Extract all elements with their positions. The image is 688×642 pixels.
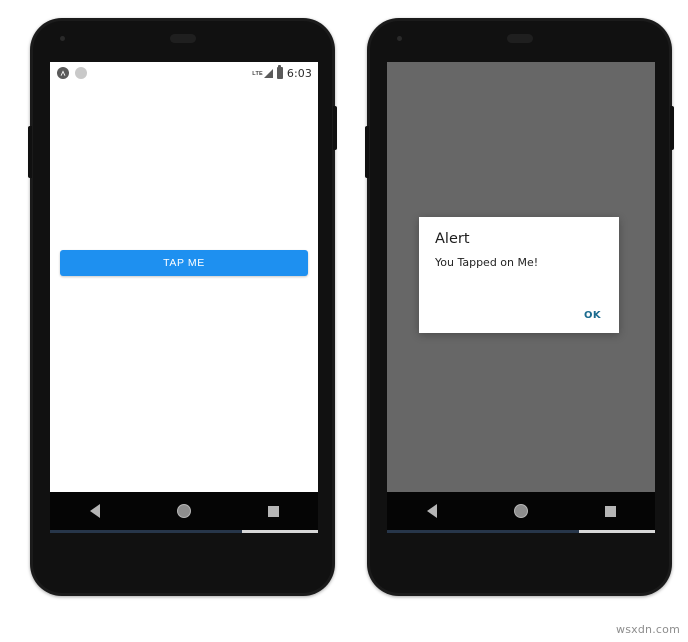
back-triangle-icon [89, 504, 100, 518]
phone-screen-after-tap: LTE 6:03 TAP ME Alert You Tapped on Me! … [387, 62, 655, 530]
earpiece-speaker-icon [506, 34, 533, 43]
horizontal-scrollbar-thumb[interactable] [387, 530, 579, 533]
screenshot-stage: LTE 6:03 TAP ME Alert You Tapped on Me! … [0, 0, 688, 642]
front-camera-icon [397, 36, 402, 41]
status-bar-clock: 6:03 [286, 66, 312, 80]
back-triangle-icon [426, 504, 437, 518]
power-button[interactable] [670, 106, 674, 150]
signal-triangle-icon [263, 68, 273, 78]
battery-icon [276, 65, 283, 79]
phone-screen-before-tap: LTE 6:03 TAP ME [50, 62, 318, 530]
nav-home-button[interactable] [501, 497, 541, 525]
front-camera-icon [60, 36, 65, 41]
android-navigation-bar [387, 492, 655, 530]
status-bar-system-icons: LTE 6:03 [252, 65, 312, 80]
volume-button[interactable] [28, 126, 32, 178]
alert-dialog-title: Alert [435, 231, 470, 247]
power-button[interactable] [333, 106, 337, 150]
status-bar-notifications [57, 67, 87, 79]
app-badge-icon [57, 67, 69, 79]
nav-home-button[interactable] [164, 497, 204, 525]
horizontal-scrollbar-track[interactable] [50, 530, 318, 533]
phone-device-after-tap: LTE 6:03 TAP ME Alert You Tapped on Me! … [365, 18, 674, 596]
recents-square-icon [267, 505, 279, 517]
app-content-before-tap: TAP ME [50, 84, 318, 492]
signal-bars-icon: LTE [252, 68, 273, 78]
nav-back-button[interactable] [75, 497, 115, 525]
recents-square-icon [604, 505, 616, 517]
earpiece-speaker-icon [169, 34, 196, 43]
horizontal-scrollbar-thumb[interactable] [50, 530, 242, 533]
status-bar: LTE 6:03 [50, 62, 318, 84]
nav-back-button[interactable] [412, 497, 452, 525]
alert-ok-button[interactable]: OK [580, 308, 605, 323]
android-navigation-bar [50, 492, 318, 530]
alert-dialog-actions: OK [580, 305, 605, 323]
watermark: wsxdn.com [616, 623, 680, 636]
tap-me-button[interactable]: TAP ME [60, 250, 308, 276]
alert-dialog-message: You Tapped on Me! [435, 256, 539, 269]
nav-recents-button[interactable] [590, 497, 630, 525]
network-type-label: LTE [252, 71, 263, 77]
nav-recents-button[interactable] [253, 497, 293, 525]
volume-button[interactable] [365, 126, 369, 178]
home-circle-icon [513, 504, 528, 518]
phone-device-before-tap: LTE 6:03 TAP ME [28, 18, 337, 596]
horizontal-scrollbar-track[interactable] [387, 530, 655, 533]
home-circle-icon [176, 504, 191, 518]
alert-dialog: Alert You Tapped on Me! OK [419, 217, 619, 333]
circle-notification-icon [75, 67, 87, 79]
